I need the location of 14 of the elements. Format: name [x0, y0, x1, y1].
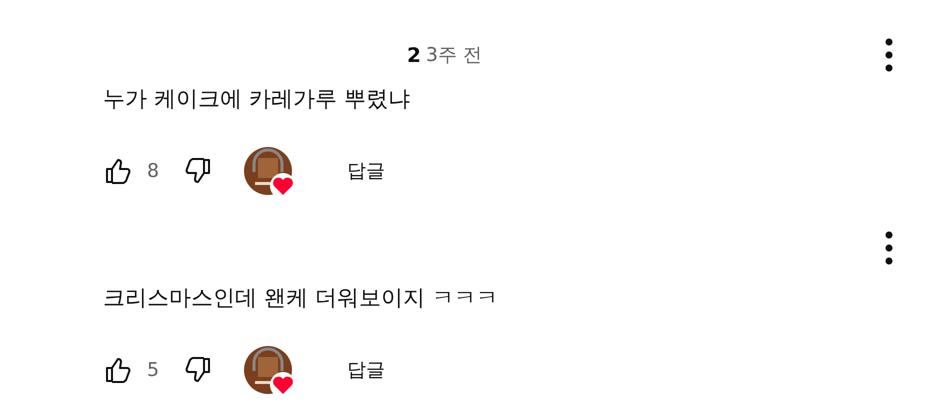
more-options-icon[interactable] — [885, 231, 893, 265]
like-button[interactable] — [103, 355, 133, 385]
like-count: 8 — [147, 160, 160, 182]
more-options-icon[interactable] — [885, 38, 893, 72]
dislike-button[interactable] — [183, 355, 213, 385]
comment-text: 크리스마스인데 왠케 더워보이지 ㅋㅋㅋ — [103, 285, 499, 313]
author-name[interactable]: 2 — [406, 43, 421, 67]
comment-text: 누가 케이크에 카레가루 뿌렸냐 — [103, 86, 411, 114]
reply-button[interactable]: 답글 — [343, 150, 389, 192]
comment-time: 3주 전 — [426, 43, 482, 68]
like-button[interactable] — [103, 156, 133, 186]
like-count: 5 — [147, 359, 160, 381]
dislike-button[interactable] — [183, 156, 213, 186]
reply-button[interactable]: 답글 — [343, 349, 389, 391]
